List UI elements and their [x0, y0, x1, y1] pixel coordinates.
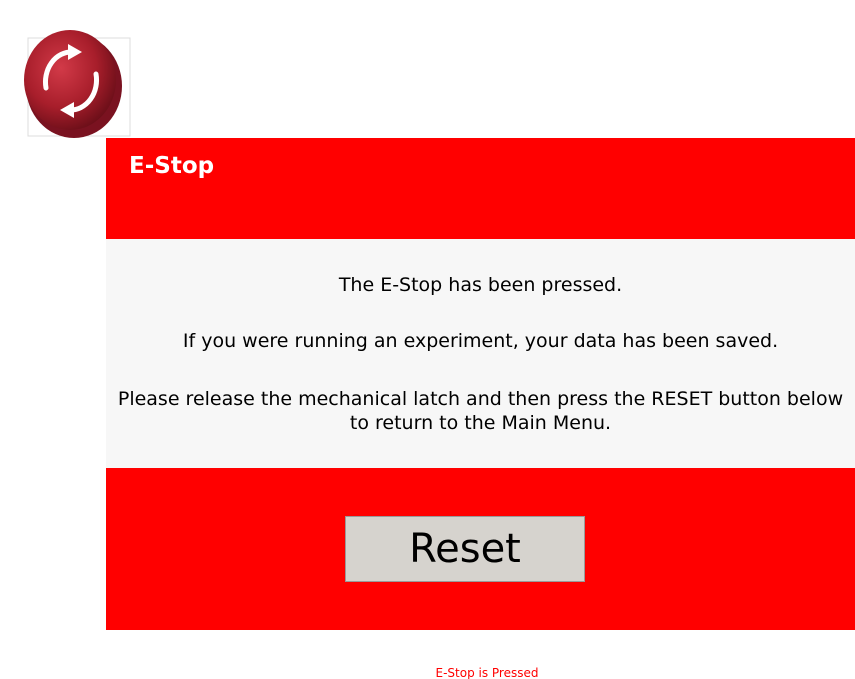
- message-instructions: Please release the mechanical latch and …: [117, 388, 844, 434]
- dialog-title: E-Stop: [129, 153, 215, 179]
- estop-dialog: E-Stop The E-Stop has been pressed. If y…: [106, 138, 855, 630]
- reset-button[interactable]: Reset: [345, 516, 585, 582]
- message-pressed: The E-Stop has been pressed.: [338, 274, 623, 296]
- dialog-header: E-Stop: [106, 138, 855, 239]
- message-panel: The E-Stop has been pressed. If you were…: [106, 239, 855, 468]
- status-text: E-Stop is Pressed: [435, 666, 539, 679]
- message-data-saved: If you were running an experiment, your …: [182, 330, 779, 352]
- emergency-stop-icon: [8, 8, 134, 146]
- estop-screen: E-Stop The E-Stop has been pressed. If y…: [0, 0, 855, 679]
- dialog-footer: Reset: [106, 468, 855, 630]
